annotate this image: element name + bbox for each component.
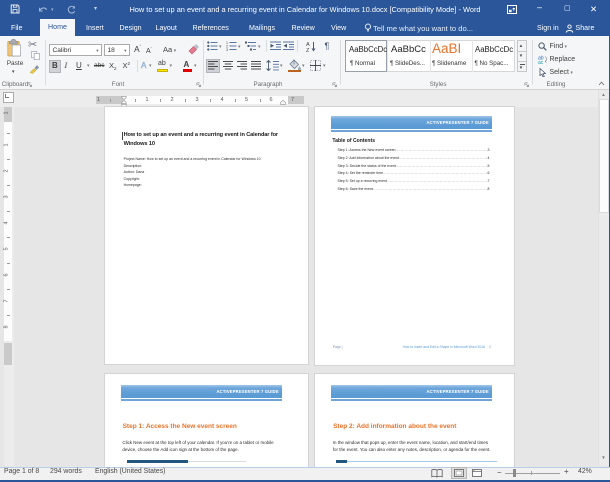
svg-text:Z: Z bbox=[306, 48, 310, 52]
svg-text:ac: ac bbox=[538, 60, 544, 64]
svg-text:3: 3 bbox=[226, 48, 228, 51]
